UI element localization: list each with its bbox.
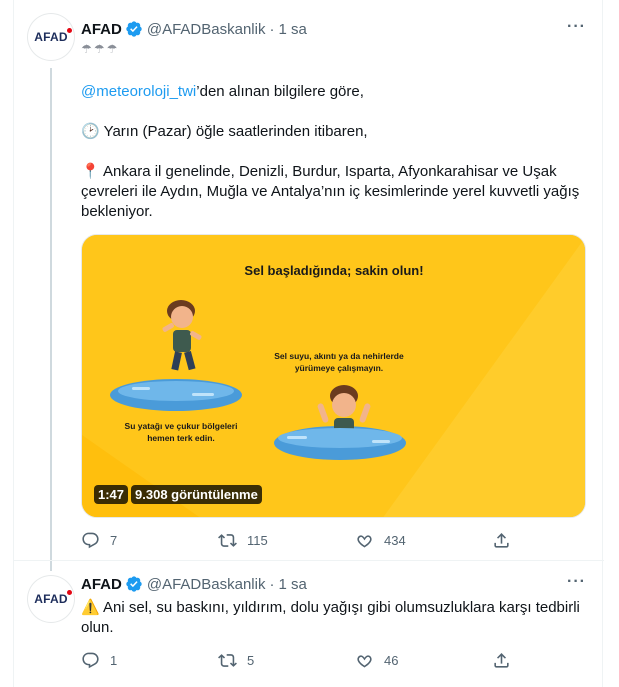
retweet-icon [218,533,237,547]
timestamp[interactable]: 1 sa [278,576,306,593]
more-options-icon[interactable]: ··· [567,573,586,591]
video-player[interactable]: Sel başladığında; sakin olun! Su yatağı … [81,234,586,518]
retweet-button[interactable]: 5 [218,651,328,670]
afad-logo: AFAD [34,590,73,606]
tweet-text-line: @meteoroloji_twi’den alınan bilgilere gö… [81,82,586,102]
verified-badge-icon [126,576,142,592]
like-count: 434 [384,532,406,548]
share-button[interactable] [492,651,511,670]
thread-line [50,68,52,560]
reply-count: 7 [110,532,118,548]
reply-icon [82,532,99,548]
timestamp[interactable]: 1 sa [278,21,306,38]
share-icon [494,652,509,668]
caption-right-line1: Sel suyu, akıntı ya da nehirlerde [274,351,404,361]
caption-right-line2: yürümeye çalışmayın. [295,363,383,373]
like-button[interactable]: 434 [355,531,465,550]
video-thumbnail: Sel başladığında; sakin olun! Su yatağı … [82,235,585,517]
text-fragment: ’den alınan bilgilere göre, [196,83,364,100]
video-duration: 1:47 [94,485,129,504]
weather-emoji-row: ☂ ☂ ☂ [81,42,117,56]
avatar[interactable]: AFAD [27,575,75,623]
video-title: Sel başladığında; sakin olun! [244,263,423,278]
rain-cloud-icon: ☂ [106,42,118,56]
heart-icon [357,534,372,547]
retweet-icon [218,653,237,667]
like-button[interactable]: 46 [355,651,465,670]
more-options-icon[interactable]: ··· [567,18,586,36]
reply-count: 1 [110,652,118,668]
retweet-count: 5 [247,652,255,668]
video-view-count: 9.308 görüntülenme [131,485,262,504]
tweet-header: AFAD @AFADBaskanlik · 1 sa [81,19,307,39]
tweet-actions: 7 115 434 [81,530,511,550]
tweet-text-line: 🕑 Yarın (Pazar) öğle saatlerinden itibar… [81,123,368,140]
reply-button[interactable]: 1 [81,651,191,670]
tweet[interactable]: AFAD AFAD @AFADBaskanlik · 1 sa ··· ⚠️ A… [14,560,604,687]
heart-icon [357,654,372,667]
caption-left-line2: hemen terk edin. [147,433,215,443]
reply-button[interactable]: 7 [81,531,191,550]
verified-badge-icon [126,21,142,37]
author-name[interactable]: AFAD [81,576,122,593]
tweet[interactable]: AFAD AFAD @AFADBaskanlik · 1 sa ··· ☂ ☂ … [14,0,604,560]
separator: · [269,20,275,38]
separator: · [269,575,275,593]
rain-cloud-icon: ☂ [93,42,105,56]
caption-left-line1: Su yatağı ve çukur bölgeleri [125,421,238,431]
tweet-header: AFAD @AFADBaskanlik · 1 sa [81,574,307,594]
timeline: AFAD AFAD @AFADBaskanlik · 1 sa ··· ☂ ☂ … [13,0,604,687]
mention-link[interactable]: @meteoroloji_twi [81,83,196,100]
retweet-count: 115 [247,532,268,548]
reply-icon [82,652,99,668]
share-button[interactable] [492,531,511,550]
share-icon [494,532,509,548]
author-name[interactable]: AFAD [81,21,122,38]
afad-logo: AFAD [34,28,73,44]
tweet-actions: 1 5 46 [81,650,511,670]
thread-line [50,561,52,571]
author-handle[interactable]: @AFADBaskanlik [147,576,266,593]
video-info-badge: 1:47 9.308 görüntülenme [94,485,262,504]
tweet-text-paragraph: ⚠️ Ani sel, su baskını, yıldırım, dolu y… [81,599,580,636]
like-count: 46 [384,652,399,668]
avatar[interactable]: AFAD [27,13,75,61]
tweet-text-paragraph: 📍 Ankara il genelinde, Denizli, Burdur, … [81,163,580,220]
retweet-button[interactable]: 115 [218,531,328,550]
rain-cloud-icon: ☂ [81,42,92,56]
author-handle[interactable]: @AFADBaskanlik [147,21,266,38]
